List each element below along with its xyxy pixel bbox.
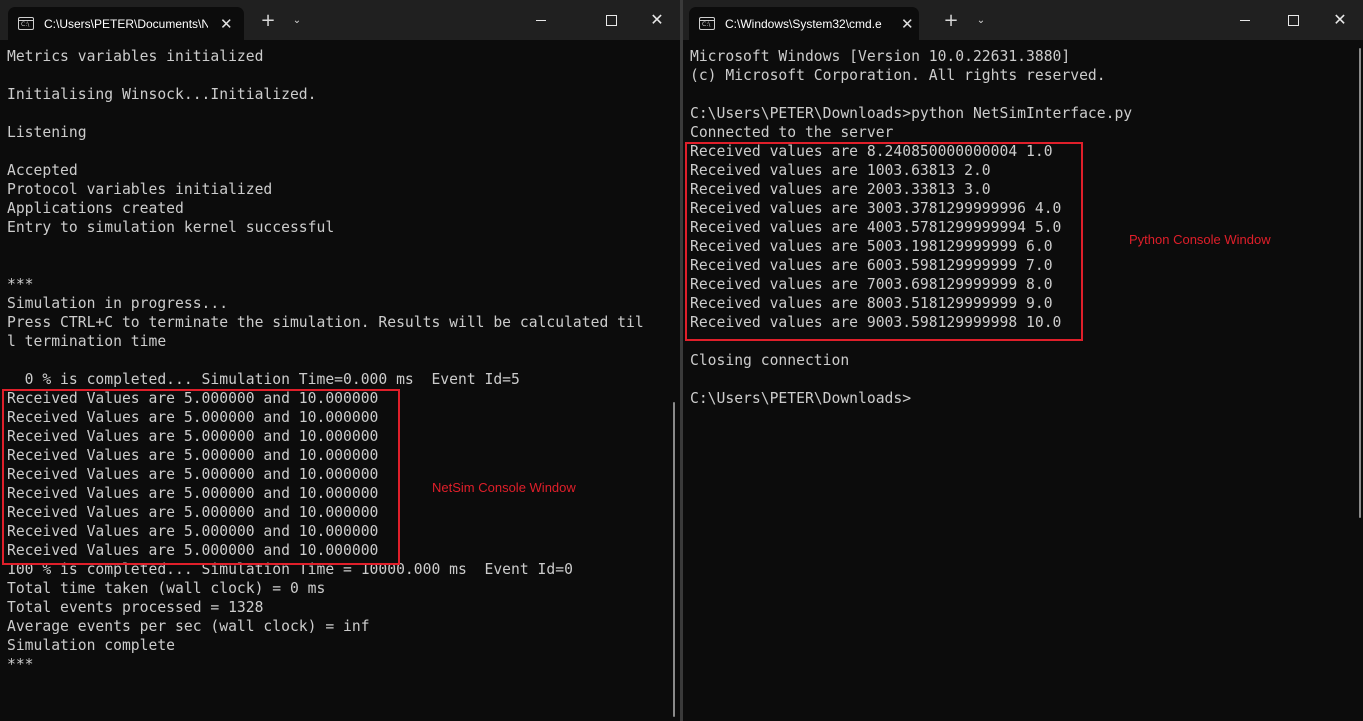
tab-dropdown-button[interactable]: ⌄	[285, 9, 309, 33]
console-line: Total events processed = 1328	[7, 599, 264, 616]
netsim-console-window: C:\ C:\Users\PETER\Documents\N ✕ + ⌄ ✕ M…	[0, 0, 680, 721]
maximize-icon	[1287, 15, 1299, 26]
tab-close-icon[interactable]: ✕	[901, 15, 914, 33]
console-line: Microsoft Windows [Version 10.0.22631.38…	[690, 48, 1071, 65]
tab-dropdown-button[interactable]: ⌄	[969, 9, 993, 33]
console-line: Connected to the server	[690, 124, 894, 141]
minimize-icon	[536, 20, 546, 21]
terminal-icon: C:\	[699, 17, 715, 30]
console-line: 0 % is completed... Simulation Time=0.00…	[7, 371, 520, 388]
minimize-button[interactable]	[518, 6, 564, 34]
terminal-icon: C:\	[18, 17, 34, 30]
highlight-box	[685, 142, 1083, 341]
console-line: Press CTRL+C to terminate the simulation…	[7, 314, 644, 331]
console-line: Simulation complete	[7, 637, 176, 654]
console-line: Accepted	[7, 162, 78, 179]
maximize-icon	[605, 15, 617, 26]
console-line: Total time taken (wall clock) = 0 ms	[7, 580, 326, 597]
tab-title: C:\Users\PETER\Documents\N	[44, 16, 208, 31]
highlight-box	[2, 389, 400, 565]
tab-close-icon[interactable]: ✕	[220, 15, 233, 33]
console-line: Average events per sec (wall clock) = in…	[7, 618, 370, 635]
close-button[interactable]: ✕	[634, 6, 680, 34]
title-bar: C:\ C:\Windows\System32\cmd.e ✕ + ⌄ ✕	[683, 0, 1363, 40]
console-line: Listening	[7, 124, 87, 141]
console-line: ***	[7, 656, 34, 673]
console-line: Closing connection	[690, 352, 850, 369]
scrollbar[interactable]	[1359, 48, 1361, 518]
console-line: Simulation in progress...	[7, 295, 229, 312]
maximize-button[interactable]	[1270, 6, 1316, 34]
minimize-icon	[1240, 20, 1250, 21]
python-console-window: C:\ C:\Windows\System32\cmd.e ✕ + ⌄ ✕ Mi…	[683, 0, 1363, 721]
console-line: C:\Users\PETER\Downloads>python NetSimIn…	[690, 105, 1133, 122]
new-tab-button[interactable]: +	[939, 9, 963, 33]
close-button[interactable]: ✕	[1317, 6, 1363, 34]
maximize-button[interactable]	[588, 6, 634, 34]
console-line: l termination time	[7, 333, 167, 350]
new-tab-button[interactable]: +	[256, 9, 280, 33]
console-output[interactable]: Metrics variables initialized Initialisin…	[7, 47, 644, 674]
console-annotation: NetSim Console Window	[432, 480, 576, 495]
console-annotation: Python Console Window	[1129, 232, 1271, 247]
tab-title: C:\Windows\System32\cmd.e	[725, 16, 882, 31]
console-line: ***	[7, 276, 34, 293]
console-line: Protocol variables initialized	[7, 181, 273, 198]
console-line: Entry to simulation kernel successful	[7, 219, 335, 236]
scrollbar[interactable]	[673, 402, 675, 717]
console-line: Metrics variables initialized	[7, 48, 264, 65]
tab-netsim[interactable]: C:\ C:\Users\PETER\Documents\N ✕	[8, 7, 244, 40]
console-line: C:\Users\PETER\Downloads>	[690, 390, 912, 407]
title-bar: C:\ C:\Users\PETER\Documents\N ✕ + ⌄ ✕	[0, 0, 680, 40]
tab-cmd[interactable]: C:\ C:\Windows\System32\cmd.e ✕	[689, 7, 919, 40]
console-line: (c) Microsoft Corporation. All rights re…	[690, 67, 1106, 84]
minimize-button[interactable]	[1222, 6, 1268, 34]
console-line: Applications created	[7, 200, 184, 217]
console-line: Initialising Winsock...Initialized.	[7, 86, 317, 103]
